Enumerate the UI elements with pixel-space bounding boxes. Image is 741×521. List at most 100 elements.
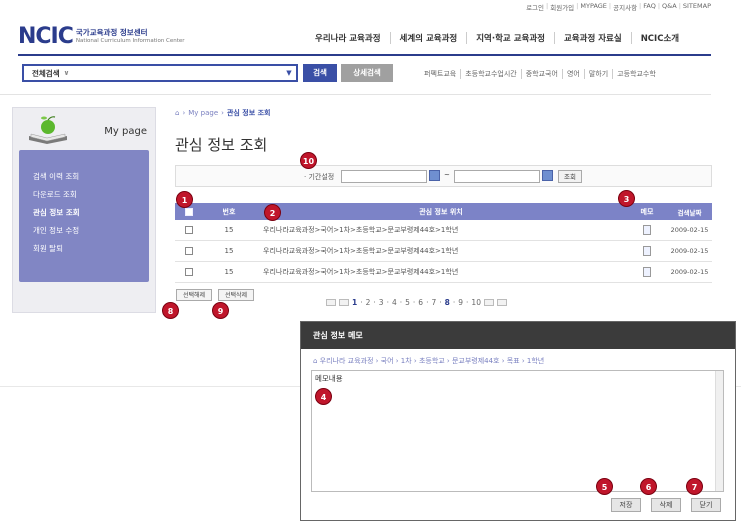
callout-badge: 9	[212, 302, 229, 319]
row-date: 2009-02-15	[670, 268, 709, 276]
sidebar-item-downloads[interactable]: 다운로드 조회	[33, 186, 149, 204]
home-icon: ⌂	[313, 357, 320, 365]
keyword-link[interactable]: 퍼펙트교육	[424, 69, 460, 79]
row-date: 2009-02-15	[670, 247, 709, 255]
chevron-down-icon: ∨	[63, 69, 70, 77]
page-link[interactable]: 6	[418, 298, 423, 307]
period-label: · 기간설정	[304, 173, 335, 181]
memo-textarea[interactable]: 메모내용	[311, 370, 724, 492]
end-date-input[interactable]	[454, 170, 540, 183]
page-link[interactable]: 3	[379, 298, 384, 307]
home-icon[interactable]: ⌂	[175, 109, 179, 117]
login-link[interactable]: 로그인	[526, 2, 544, 12]
memo-scrollbar[interactable]	[715, 371, 723, 491]
row-location[interactable]: 우리나라교육과정>국어>1차>초등학교>문교부령제44호>1학년	[255, 246, 627, 256]
row-location[interactable]: 우리나라교육과정>국어>1차>초등학교>문교부령제44호>1학년	[255, 267, 627, 277]
breadcrumb: ⌂ › My page › 관심 정보 조회	[175, 109, 271, 117]
divider	[0, 94, 711, 95]
join-link[interactable]: 회원가입	[550, 2, 574, 12]
sitemap-link[interactable]: SITEMAP	[683, 2, 711, 12]
page-link[interactable]: 10	[471, 298, 481, 307]
breadcrumb-parent[interactable]: My page	[188, 109, 218, 117]
header-date: 검색날짜	[677, 208, 702, 217]
row-location[interactable]: 우리나라교육과정>국어>1차>초등학교>문교부령제44호>1학년	[255, 225, 627, 235]
calendar-icon[interactable]	[542, 170, 553, 181]
nav-korea-curriculum[interactable]: 우리나라 교육과정	[315, 32, 390, 44]
first-page-button[interactable]	[326, 299, 336, 306]
table-row: 15 우리나라교육과정>국어>1차>초등학교>문교부령제44호>1학년 2009…	[175, 241, 712, 262]
mypage-sidebar: My page 검색 이력 조회 다운로드 조회 관심 정보 조회 개인 정보 …	[12, 107, 156, 313]
callout-badge: 7	[686, 478, 703, 495]
row-no: 15	[224, 226, 234, 234]
memo-icon[interactable]	[643, 246, 651, 256]
page-link[interactable]: 4	[392, 298, 397, 307]
page-scrollbar[interactable]	[734, 0, 741, 521]
header-location: 관심 정보 위치	[419, 207, 463, 216]
nav-resources[interactable]: 교육과정 자료실	[553, 32, 631, 44]
popup-title: 관심 정보 메모	[301, 322, 735, 349]
keyword-link[interactable]: 고등학교수학	[612, 69, 660, 79]
page-link[interactable]: 5	[405, 298, 410, 307]
row-checkbox[interactable]	[185, 226, 193, 234]
sidebar-item-withdraw[interactable]: 회원 탈퇴	[33, 240, 149, 258]
nav-regional-curriculum[interactable]: 지역·학교 교육과정	[466, 32, 554, 44]
memo-icon[interactable]	[643, 225, 651, 235]
nav-world-curriculum[interactable]: 세계의 교육과정	[389, 32, 467, 44]
delete-selected-button[interactable]: 선택삭제	[218, 289, 254, 301]
close-button[interactable]: 닫기	[691, 498, 721, 512]
callout-badge: 10	[300, 152, 317, 169]
dropdown-arrow-icon[interactable]: ▼	[284, 68, 294, 78]
page-title: 관심 정보 조회	[175, 136, 268, 154]
page-link[interactable]: 2	[366, 298, 371, 307]
memo-text: 메모내용	[315, 374, 343, 383]
search-button[interactable]: 검색	[303, 64, 337, 82]
page-link[interactable]: 1	[352, 298, 357, 307]
sidebar-item-interests[interactable]: 관심 정보 조회	[33, 204, 149, 222]
query-button[interactable]: 조회	[558, 170, 582, 183]
row-checkbox[interactable]	[185, 268, 193, 276]
page-link[interactable]: 7	[431, 298, 436, 307]
nav-about[interactable]: NCIC소개	[630, 32, 688, 44]
delete-button[interactable]: 삭제	[651, 498, 681, 512]
memo-icon[interactable]	[643, 267, 651, 277]
deselect-button[interactable]: 선택해제	[176, 289, 212, 301]
mypage-link[interactable]: MYPAGE	[580, 2, 607, 12]
next-page-button[interactable]	[483, 299, 494, 306]
search-scope[interactable]: 전체검색	[32, 68, 60, 79]
popular-keywords: 퍼펙트교육 초등학교수업시간 중학교국어 영어 말하기 고등학교수학	[424, 69, 660, 79]
faq-link[interactable]: FAQ	[643, 2, 656, 12]
detail-search-button[interactable]: 상세검색	[341, 64, 393, 82]
table-row: 15 우리나라교육과정>국어>1차>초등학교>문교부령제44호>1학년 2009…	[175, 262, 712, 283]
period-filter: · 기간설정 ~ 조회	[175, 165, 712, 187]
calendar-icon[interactable]	[429, 170, 440, 181]
callout-badge: 2	[264, 204, 281, 221]
callout-badge: 3	[618, 190, 635, 207]
page-link[interactable]: 8	[445, 298, 450, 307]
table-row: 15 우리나라교육과정>국어>1차>초등학교>문교부령제44호>1학년 2009…	[175, 220, 712, 241]
keyword-link[interactable]: 말하기	[583, 69, 612, 79]
row-checkbox[interactable]	[185, 247, 193, 255]
keyword-link[interactable]: 초등학교수업시간	[460, 69, 521, 79]
book-apple-icon	[29, 116, 67, 144]
select-all-checkbox[interactable]	[185, 207, 193, 216]
last-page-button[interactable]	[496, 299, 507, 306]
prev-page-button[interactable]	[339, 299, 349, 306]
save-button[interactable]: 저장	[611, 498, 641, 512]
keyword-link[interactable]: 중학교국어	[520, 69, 562, 79]
start-date-input[interactable]	[341, 170, 427, 183]
search-input[interactable]: 전체검색 ∨ ▼	[22, 64, 298, 82]
header-divider	[18, 54, 711, 56]
qna-link[interactable]: Q&A	[662, 2, 677, 12]
row-no: 15	[224, 268, 234, 276]
logo-mark: NCIC	[18, 24, 74, 49]
row-date: 2009-02-15	[670, 226, 709, 234]
logo-english: National Curriculum Information Center	[75, 37, 185, 44]
sidebar-item-profile[interactable]: 개인 정보 수정	[33, 222, 149, 240]
sidebar-item-search-history[interactable]: 검색 이력 조회	[33, 168, 149, 186]
logo-korean: 국가교육과정 정보센터	[75, 28, 148, 38]
site-logo[interactable]: NCIC 국가교육과정 정보센터 National Curriculum Inf…	[18, 24, 185, 49]
notice-link[interactable]: 공지사항	[613, 2, 637, 12]
page-link[interactable]: 9	[458, 298, 463, 307]
keyword-link[interactable]: 영어	[561, 69, 584, 79]
callout-badge: 4	[315, 388, 332, 405]
